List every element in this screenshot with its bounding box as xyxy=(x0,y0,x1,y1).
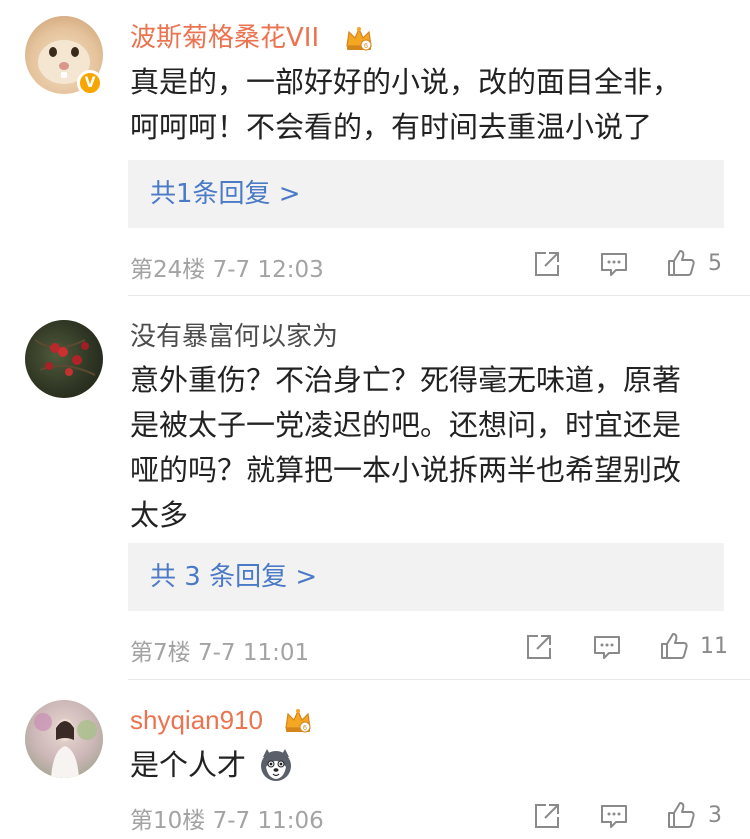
comment-text-line: 真是的，一部好好的小说，改的面目全非， xyxy=(130,65,682,99)
comment-text-line: 哑的吗？就算把一本小说拆两半也希望别改 xyxy=(130,453,682,487)
comment-text-line: 呵呵呵！不会看的，有时间去重温小说了 xyxy=(130,110,653,144)
berries-avatar-image xyxy=(34,339,96,376)
comment-icon[interactable] xyxy=(599,249,629,279)
share-icon[interactable] xyxy=(524,632,554,662)
share-icon[interactable] xyxy=(532,801,562,831)
husky-emoji-icon xyxy=(261,749,291,781)
comment-text-line: 是个人才 xyxy=(130,748,247,782)
like-icon[interactable] xyxy=(666,800,696,830)
floor-time: 第7楼 7-7 11:01 xyxy=(130,640,310,666)
svg-text:6: 6 xyxy=(303,725,307,732)
comment-icon[interactable] xyxy=(592,632,622,662)
like-count: 11 xyxy=(700,634,728,659)
comment-text: 意外重伤？不治身亡？死得毫无味道，原著 是被太子一党凌迟的吧。还想问，时宜还是 … xyxy=(130,358,730,538)
username[interactable]: 没有暴富何以家为 xyxy=(130,320,338,354)
avatar[interactable] xyxy=(25,320,103,398)
like-count: 3 xyxy=(708,803,722,828)
girl-avatar-image xyxy=(34,713,97,778)
view-replies-link[interactable]: 共1条回复 > xyxy=(150,178,301,210)
like-icon[interactable] xyxy=(666,248,696,278)
share-icon[interactable] xyxy=(532,249,562,279)
vip-crown-icon: 6 xyxy=(285,709,311,733)
username[interactable]: shyqian910 xyxy=(130,703,263,737)
comment-text-line: 意外重伤？不治身亡？死得毫无味道，原著 xyxy=(130,363,682,397)
svg-text:6: 6 xyxy=(364,43,368,50)
avatar[interactable] xyxy=(25,700,103,778)
view-replies-link[interactable]: 共 3 条回复 > xyxy=(150,561,317,593)
verified-badge-icon: V xyxy=(77,70,103,96)
comment-text: 真是的，一部好好的小说，改的面目全非， 呵呵呵！不会看的，有时间去重温小说了 xyxy=(130,60,730,150)
vip-crown-icon: 6 xyxy=(346,27,372,51)
like-icon[interactable] xyxy=(659,631,689,661)
like-count: 5 xyxy=(708,251,722,276)
floor-time: 第24楼 7-7 12:03 xyxy=(130,257,324,283)
comment-text-line: 是被太子一党凌迟的吧。还想问，时宜还是 xyxy=(130,408,682,442)
comment-icon[interactable] xyxy=(599,801,629,831)
floor-time: 第10楼 7-7 11:06 xyxy=(130,808,324,834)
comment-text: 是个人才 xyxy=(130,743,730,788)
comment-text-line: 太多 xyxy=(130,498,189,532)
username[interactable]: 波斯菊格桑花VII xyxy=(130,21,319,55)
replies-box[interactable]: 共 3 条回复 > xyxy=(128,543,724,611)
replies-box[interactable]: 共1条回复 > xyxy=(128,160,724,228)
